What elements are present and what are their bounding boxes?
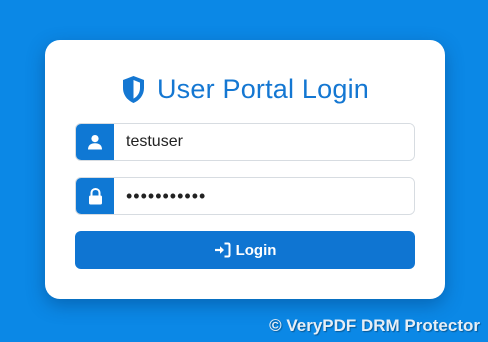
page-title: User Portal Login (156, 73, 369, 104)
password-field[interactable] (75, 177, 415, 215)
sign-in-icon (214, 242, 231, 258)
username-field[interactable] (75, 123, 415, 161)
login-header: User Portal Login (45, 72, 445, 106)
login-button-label: Login (235, 241, 277, 259)
login-button[interactable]: Login (75, 231, 415, 269)
username-input[interactable] (114, 124, 414, 160)
login-card: User Portal Login Login (45, 40, 445, 299)
shield-icon (121, 74, 147, 104)
watermark: © VeryPDF DRM Protector (269, 316, 480, 335)
lock-icon (76, 178, 114, 214)
user-icon (76, 124, 114, 160)
password-input[interactable] (114, 178, 414, 214)
